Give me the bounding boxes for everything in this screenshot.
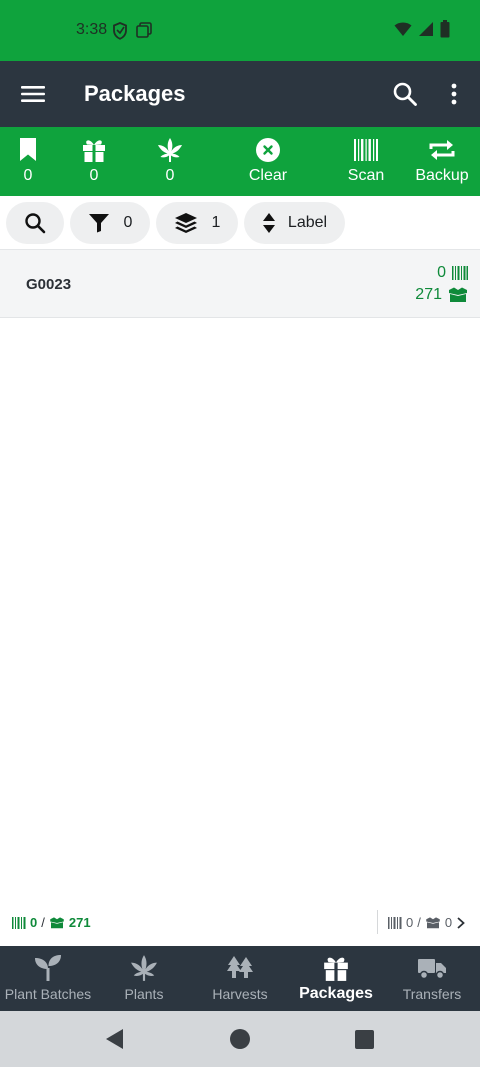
sync-icon xyxy=(429,140,455,160)
search-icon xyxy=(25,213,46,234)
summary-right-scanned: 0 xyxy=(406,915,414,930)
summary-scanned: 0 xyxy=(30,915,38,930)
search-chip[interactable] xyxy=(6,202,64,244)
leaf-count: 0 xyxy=(165,167,175,184)
bookmark-filter-button[interactable]: 0 xyxy=(0,137,63,185)
summary-bar: 0 / 271 0 / 0 xyxy=(0,908,480,938)
gift-icon xyxy=(324,957,348,981)
summary-right-separator: / xyxy=(417,915,421,930)
home-circle-icon xyxy=(230,1029,250,1049)
filter-count: 0 xyxy=(123,214,133,231)
summary-separator: / xyxy=(41,915,45,930)
system-nav-bar xyxy=(0,1011,480,1067)
nav-plants[interactable]: Plants xyxy=(96,954,192,1002)
layers-count: 1 xyxy=(211,214,221,231)
filter-chips-row: 0 1 Label xyxy=(0,196,480,250)
signal-icon xyxy=(418,21,434,42)
nav-label: Transfers xyxy=(402,986,462,1002)
box-icon xyxy=(426,916,440,928)
nav-label: Plant Batches xyxy=(4,986,92,1002)
clear-circle-icon xyxy=(256,138,280,162)
bookmark-icon xyxy=(20,138,36,161)
gift-icon xyxy=(83,140,105,162)
nav-packages[interactable]: Packages xyxy=(288,954,384,1003)
summary-left: 0 / 271 xyxy=(12,915,91,930)
status-right-icons xyxy=(394,20,450,43)
shield-icon xyxy=(112,22,128,45)
package-label: G0023 xyxy=(26,276,72,293)
more-vert-icon xyxy=(451,83,457,105)
summary-total: 271 xyxy=(68,915,91,930)
more-options-button[interactable] xyxy=(444,81,464,107)
nav-label: Packages xyxy=(299,985,373,1002)
layers-chip[interactable]: 1 xyxy=(156,202,238,244)
nav-label: Plants xyxy=(124,986,164,1002)
barcode-icon xyxy=(452,266,468,280)
back-triangle-icon xyxy=(106,1029,123,1049)
layers-icon xyxy=(174,213,197,233)
truck-icon xyxy=(418,959,446,980)
filter-chip[interactable]: 0 xyxy=(70,202,150,244)
search-icon xyxy=(393,82,417,106)
list-item[interactable]: G0023 0 271 xyxy=(0,250,480,318)
leaf-icon xyxy=(131,955,157,981)
summary-right-total: 0 xyxy=(444,915,453,930)
wifi-icon xyxy=(394,21,412,42)
package-quantity: 271 xyxy=(415,286,442,303)
recents-button[interactable] xyxy=(355,1030,374,1054)
status-bar: 3:38 xyxy=(0,0,480,61)
back-button[interactable] xyxy=(104,1028,126,1055)
app-bar: Packages xyxy=(0,61,480,127)
summary-divider xyxy=(377,910,378,934)
box-icon xyxy=(449,287,467,302)
screen-copy-icon xyxy=(136,22,152,45)
barcode-icon xyxy=(12,916,26,929)
scanned-count: 0 xyxy=(437,264,446,281)
chevron-right-icon xyxy=(457,916,465,929)
sprout-icon xyxy=(35,955,61,981)
bookmark-count: 0 xyxy=(23,167,33,184)
bottom-nav: Plant Batches Plants Harvests Packages T… xyxy=(0,946,480,1011)
scanned-count-group: 0 xyxy=(437,264,468,282)
leaf-filter-button[interactable]: 0 xyxy=(135,137,205,185)
gift-count: 0 xyxy=(89,167,99,184)
action-toolbar: 0 0 0 Clear Scan Backup xyxy=(0,127,480,196)
sort-label: Label xyxy=(287,214,328,231)
battery-icon xyxy=(440,20,450,43)
nav-harvests[interactable]: Harvests xyxy=(192,954,288,1002)
filter-icon xyxy=(88,214,109,233)
scan-button[interactable]: Scan xyxy=(331,137,401,185)
page-title: Packages xyxy=(84,81,186,106)
scan-label: Scan xyxy=(347,167,385,184)
quantity-group: 271 xyxy=(415,286,468,304)
summary-right[interactable]: 0 / 0 xyxy=(388,915,466,930)
status-left-icons xyxy=(112,22,152,45)
screen: 3:38 Packages 0 0 0 Clear Scan Backup 0 … xyxy=(0,0,480,1067)
status-time: 3:38 xyxy=(76,21,108,38)
nav-label: Harvests xyxy=(212,986,268,1002)
recents-square-icon xyxy=(355,1030,374,1049)
backup-button[interactable]: Backup xyxy=(407,137,477,185)
box-icon xyxy=(50,916,64,928)
sort-chip[interactable]: Label xyxy=(244,202,345,244)
backup-label: Backup xyxy=(415,167,469,184)
sort-icon xyxy=(262,213,275,233)
nav-plant-batches[interactable]: Plant Batches xyxy=(0,954,96,1002)
home-button[interactable] xyxy=(229,1028,251,1055)
nav-transfers[interactable]: Transfers xyxy=(384,954,480,1002)
clear-label: Clear xyxy=(248,167,288,184)
gift-filter-button[interactable]: 0 xyxy=(59,137,129,185)
menu-button[interactable] xyxy=(20,81,46,107)
search-button[interactable] xyxy=(392,81,418,107)
leaf-icon xyxy=(158,138,182,162)
trees-icon xyxy=(227,956,253,978)
barcode-icon xyxy=(388,916,402,929)
menu-icon xyxy=(21,86,45,102)
barcode-icon xyxy=(354,139,378,161)
clear-button[interactable]: Clear xyxy=(233,137,303,185)
